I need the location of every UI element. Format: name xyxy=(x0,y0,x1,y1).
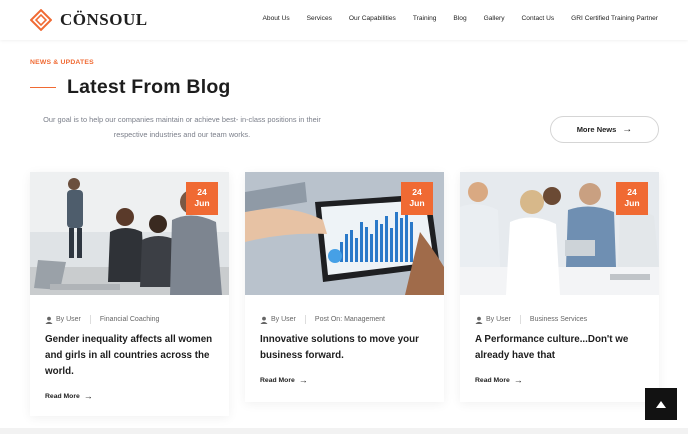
meta-divider xyxy=(89,315,91,324)
meta-divider xyxy=(519,315,521,324)
scroll-to-top-button[interactable] xyxy=(645,388,677,420)
post-category[interactable]: Business Services xyxy=(530,316,587,323)
section-eyebrow: NEWS & UPDATES xyxy=(30,59,94,66)
post-meta: By User Business Services xyxy=(475,315,587,324)
chevron-up-icon xyxy=(656,400,666,408)
post-title[interactable]: A Performance culture...Don't we already… xyxy=(475,332,651,364)
nav-training[interactable]: Training xyxy=(413,15,437,22)
blog-card: 24 Jun By User Post On: Management Innov… xyxy=(245,172,444,402)
arrow-right-icon: → xyxy=(298,375,308,385)
post-image[interactable]: 24 Jun xyxy=(30,172,229,295)
post-date-day: 24 xyxy=(412,187,422,197)
site-header: CÖNSOUL About Us Services Our Capabiliti… xyxy=(0,0,688,40)
read-more-link[interactable]: Read More → xyxy=(45,391,93,401)
post-category[interactable]: Financial Coaching xyxy=(100,316,160,323)
post-category[interactable]: Post On: Management xyxy=(315,316,385,323)
section-subtitle: Our goal is to help our companies mainta… xyxy=(43,115,321,139)
post-meta: By User Post On: Management xyxy=(260,315,385,324)
read-more-label: Read More xyxy=(45,392,80,400)
arrow-right-icon: → xyxy=(513,375,523,385)
post-date-badge: 24 Jun xyxy=(616,182,648,215)
post-date-month: Jun xyxy=(409,198,425,208)
nav-services[interactable]: Services xyxy=(307,15,332,22)
post-date-day: 24 xyxy=(627,187,637,197)
nav-blog[interactable]: Blog xyxy=(453,15,466,22)
post-title[interactable]: Innovative solutions to move your busine… xyxy=(260,332,436,364)
read-more-link[interactable]: Read More → xyxy=(475,375,523,385)
post-author[interactable]: By User xyxy=(486,316,511,323)
user-icon xyxy=(475,316,483,324)
title-divider xyxy=(30,87,56,88)
read-more-link[interactable]: Read More → xyxy=(260,375,308,385)
meta-divider xyxy=(304,315,306,324)
post-date-badge: 24 Jun xyxy=(401,182,433,215)
nav-contact-us[interactable]: Contact Us xyxy=(522,15,555,22)
arrow-right-icon: → xyxy=(83,391,93,401)
nav-our-capabilities[interactable]: Our Capabilities xyxy=(349,15,396,22)
nav-gri-partner[interactable]: GRI Certified Training Partner xyxy=(571,15,658,22)
post-image[interactable]: 24 Jun xyxy=(460,172,659,295)
blog-card: 24 Jun By User Financial Coaching Gender… xyxy=(30,172,229,416)
logo-icon xyxy=(30,9,52,31)
post-date-badge: 24 Jun xyxy=(186,182,218,215)
post-title[interactable]: Gender inequality affects all women and … xyxy=(45,332,221,380)
nav-about-us[interactable]: About Us xyxy=(263,15,290,22)
main-nav: About Us Services Our Capabilities Train… xyxy=(246,15,659,22)
brand-name: CÖNSOUL xyxy=(60,10,148,29)
read-more-label: Read More xyxy=(475,376,510,384)
post-author[interactable]: By User xyxy=(271,316,296,323)
arrow-right-icon: → xyxy=(622,124,633,135)
post-image[interactable]: 24 Jun xyxy=(245,172,444,295)
logo[interactable]: CÖNSOUL xyxy=(30,9,148,31)
post-meta: By User Financial Coaching xyxy=(45,315,159,324)
post-date-month: Jun xyxy=(624,198,640,208)
post-date-day: 24 xyxy=(197,187,207,197)
more-news-label: More News xyxy=(576,125,617,134)
read-more-label: Read More xyxy=(260,376,295,384)
nav-gallery[interactable]: Gallery xyxy=(484,15,505,22)
post-author[interactable]: By User xyxy=(56,316,81,323)
footer-edge xyxy=(0,428,688,434)
section-title-row: Latest From Blog xyxy=(30,76,231,99)
post-date-month: Jun xyxy=(194,198,210,208)
more-news-button[interactable]: More News → xyxy=(550,116,659,143)
blog-card: 24 Jun By User Business Services A Perfo… xyxy=(460,172,659,402)
user-icon xyxy=(260,316,268,324)
user-icon xyxy=(45,316,53,324)
section-title: Latest From Blog xyxy=(67,76,231,98)
